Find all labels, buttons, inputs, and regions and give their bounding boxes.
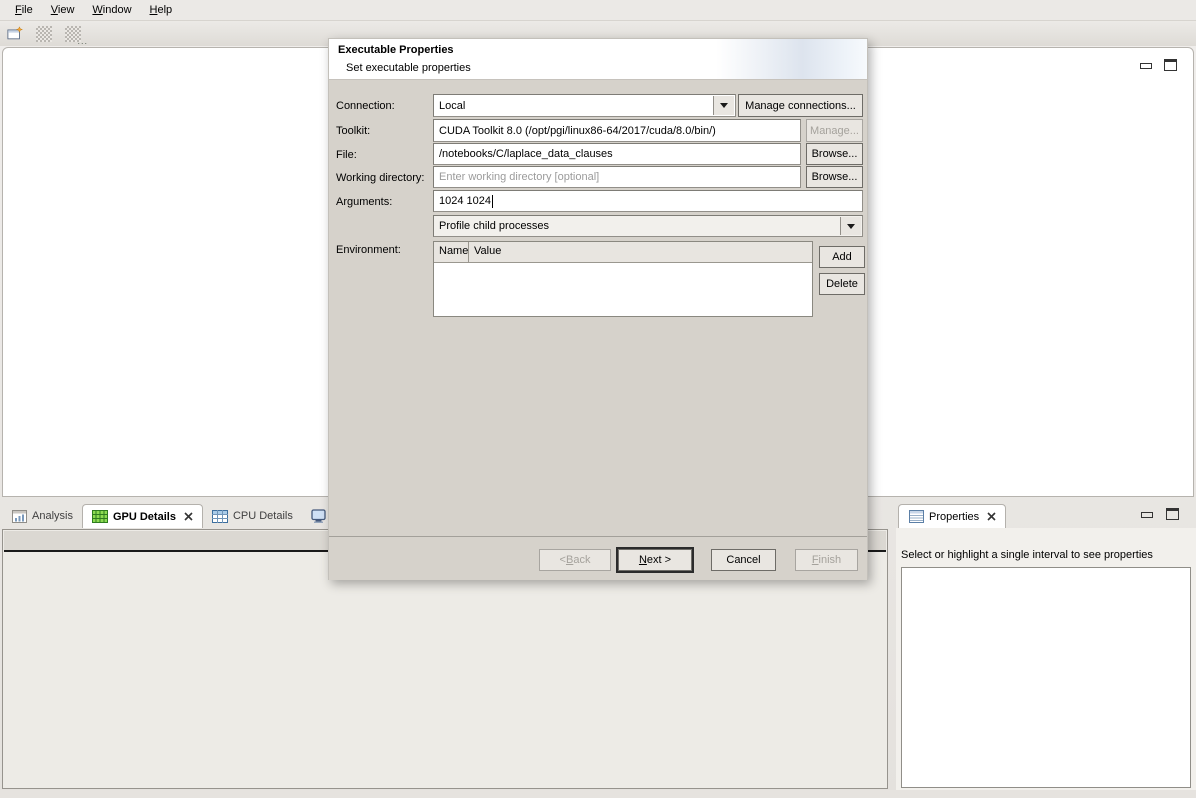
tab-gpu-details[interactable]: GPU Details [82,504,203,528]
add-environment-button[interactable]: Add [819,246,865,268]
manage-toolkit-button[interactable]: Manage... [806,119,863,142]
disabled-icon [36,26,52,42]
dialog-footer: < Back Next > Cancel Finish [329,537,867,580]
menu-help[interactable]: Help [141,2,182,18]
file-field[interactable]: /notebooks/C/laplace_data_clauses [433,143,801,165]
cancel-button[interactable]: Cancel [711,549,776,571]
minimize-icon[interactable] [1139,61,1152,70]
working-directory-placeholder: Enter working directory [optional] [439,171,599,183]
profile-child-processes-select[interactable]: Profile child processes [433,215,863,237]
manage-connections-button[interactable]: Manage connections... [738,94,863,117]
column-header-name: Name [434,242,469,262]
properties-message: Select or highlight a single interval to… [901,549,1153,561]
dialog-subtitle: Set executable properties [346,62,471,74]
minimize-icon[interactable] [1140,510,1153,519]
window-bottom-edge [0,790,1196,798]
dialog-title: Executable Properties [338,44,454,56]
tab-properties[interactable]: Properties [898,504,1006,528]
tab-label: CPU Details [233,510,293,522]
close-icon[interactable] [987,512,996,521]
connection-label: Connection: [336,100,395,112]
properties-content-box [901,567,1191,788]
arguments-label: Arguments: [336,196,392,208]
tab-cpu-details[interactable]: CPU Details [203,504,302,528]
profile-child-processes-value: Profile child processes [439,220,549,232]
toolkit-label: Toolkit: [336,125,370,137]
new-session-button[interactable] [4,24,26,44]
toolkit-field[interactable]: CUDA Toolkit 8.0 (/opt/pgi/linux86-64/20… [433,119,801,142]
connection-select[interactable]: Local [433,94,736,117]
toolbar-disabled-button-2[interactable]: ... [62,24,84,44]
menu-view[interactable]: View [42,2,84,18]
maximize-icon[interactable] [1164,59,1177,71]
browse-file-button[interactable]: Browse... [806,143,863,165]
properties-icon [908,509,924,525]
browse-working-directory-button[interactable]: Browse... [806,166,863,188]
arguments-field[interactable]: 1024 1024 [433,190,863,212]
working-directory-label: Working directory: [336,172,424,184]
toolbar-disabled-button-1[interactable] [33,24,55,44]
new-session-icon [7,26,23,42]
back-button[interactable]: < Back [539,549,611,571]
text-caret [492,195,493,208]
tab-label: GPU Details [113,511,176,523]
executable-properties-dialog: Executable Properties Set executable pro… [328,38,868,580]
menu-file[interactable]: File [6,2,42,18]
dialog-banner: Executable Properties Set executable pro… [329,39,867,80]
environment-table[interactable]: Name Value [433,241,813,317]
tab-analysis[interactable]: Analysis [2,504,82,528]
console-icon [311,508,327,524]
file-value: /notebooks/C/laplace_data_clauses [439,148,613,160]
finish-button[interactable]: Finish [795,549,858,571]
menu-window[interactable]: Window [83,2,140,18]
menu-bar: File View Window Help [0,0,1196,21]
delete-environment-button[interactable]: Delete [819,273,865,295]
application-window: File View Window Help ... [0,0,1196,798]
tab-label: Properties [929,511,979,523]
properties-panel-body: Select or highlight a single interval to… [896,528,1196,790]
column-header-value: Value [469,242,812,262]
arguments-value: 1024 1024 [439,195,491,207]
next-button[interactable]: Next > [618,549,692,571]
close-icon[interactable] [184,512,193,521]
environment-label: Environment: [336,244,401,256]
working-directory-field[interactable]: Enter working directory [optional] [433,166,801,188]
chevron-down-icon[interactable] [840,217,861,235]
cpu-details-icon [212,508,228,524]
toolkit-value: CUDA Toolkit 8.0 (/opt/pgi/linux86-64/20… [439,125,716,137]
connection-value: Local [439,100,465,112]
environment-table-header: Name Value [434,242,812,263]
tab-label: Analysis [32,510,73,522]
file-label: File: [336,149,357,161]
gpu-details-icon [92,509,108,525]
chevron-down-icon[interactable] [713,96,734,115]
maximize-icon[interactable] [1166,508,1179,520]
overflow-dots-icon: ... [77,36,88,46]
analysis-icon [11,508,27,524]
